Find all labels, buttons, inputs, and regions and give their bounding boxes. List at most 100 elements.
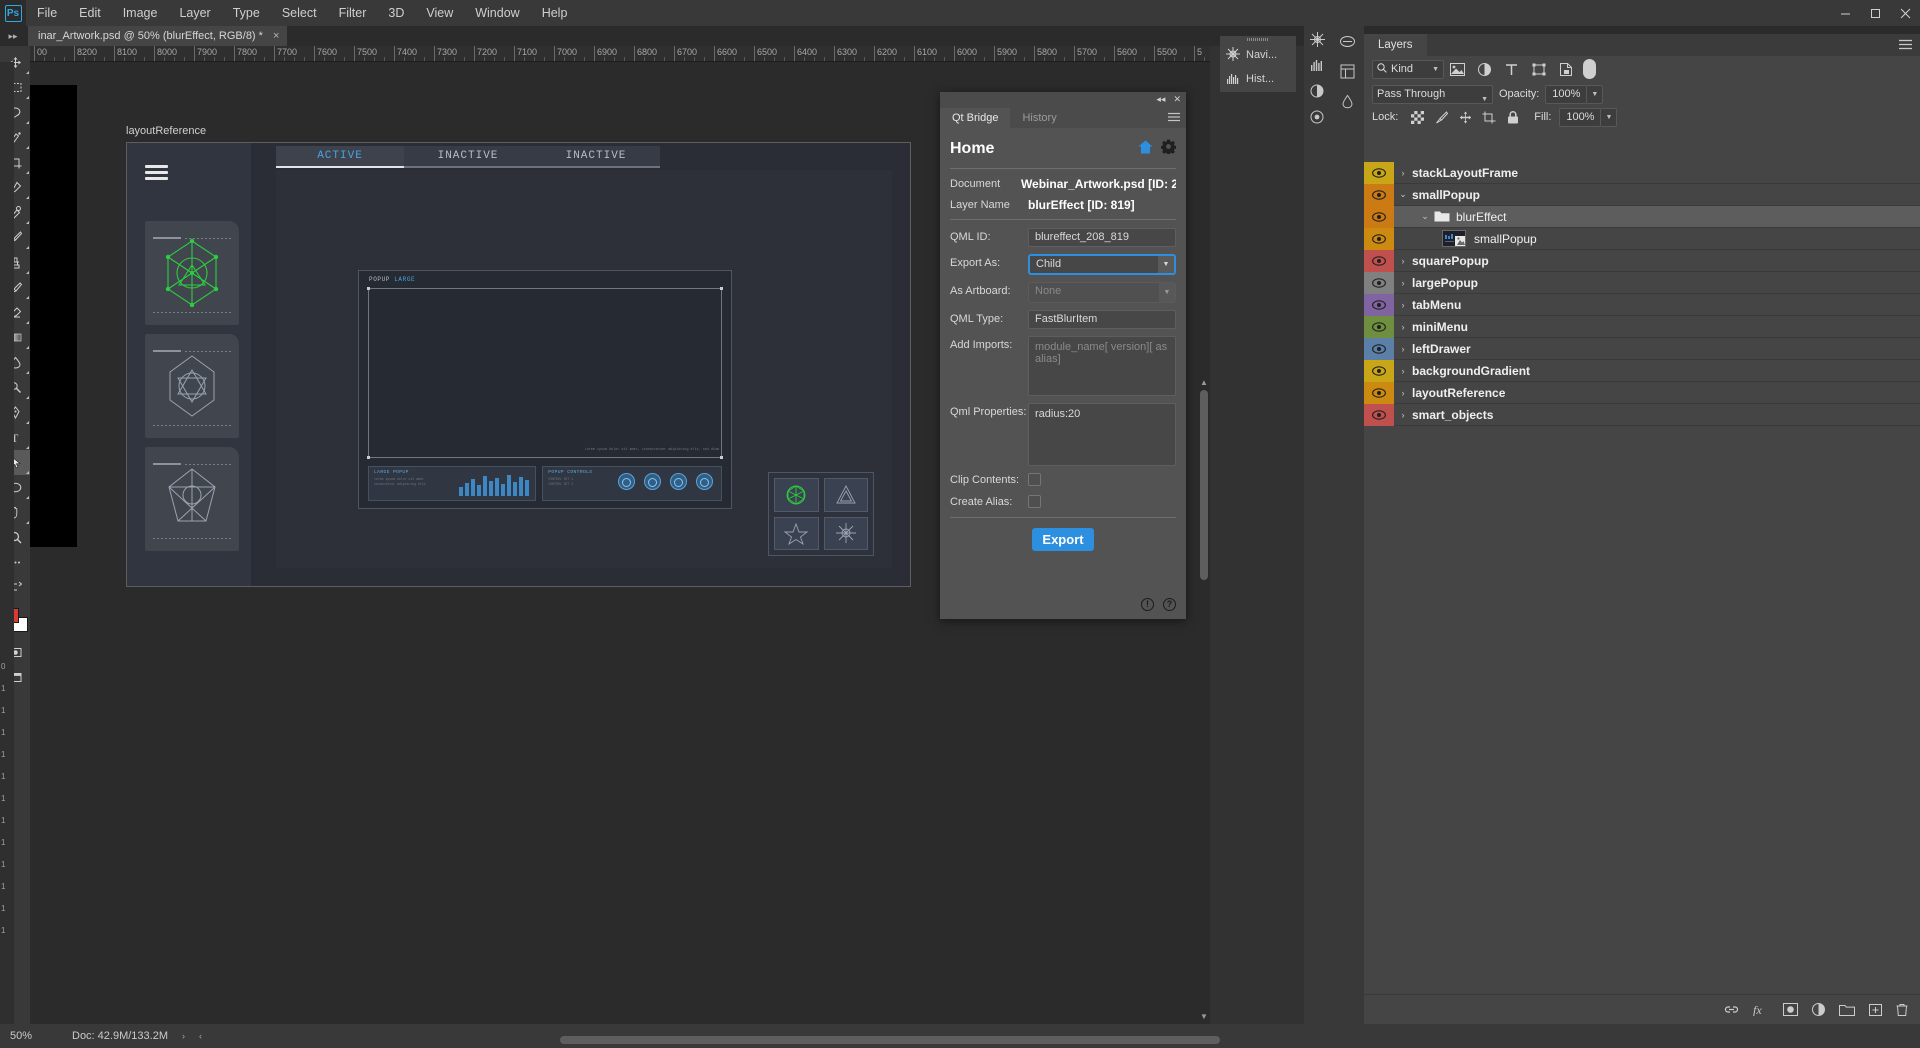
layer-visibility-toggle[interactable] — [1364, 272, 1394, 294]
chevron-right-icon[interactable]: › — [1394, 256, 1412, 266]
layer-visibility-toggle[interactable] — [1364, 162, 1394, 184]
opacity-value[interactable]: 100% — [1545, 85, 1587, 104]
layer-row[interactable]: ›tabMenu — [1364, 294, 1920, 316]
layer-visibility-toggle[interactable] — [1364, 206, 1394, 228]
help-icon[interactable]: ? — [1163, 598, 1176, 611]
menu-view[interactable]: View — [415, 0, 464, 26]
layer-visibility-toggle[interactable] — [1364, 228, 1394, 250]
tab-history[interactable]: History — [1010, 108, 1068, 128]
adjustment-filter-icon[interactable] — [1471, 58, 1498, 80]
chevron-right-icon[interactable]: › — [1394, 168, 1412, 178]
warning-icon[interactable]: ! — [1141, 598, 1154, 611]
qml-id-input[interactable]: blureffect_208_819 — [1028, 228, 1176, 247]
mask-icon[interactable] — [1783, 1003, 1798, 1016]
opacity-chevron-icon[interactable]: ▼ — [1587, 85, 1603, 104]
qt-bridge-panel[interactable]: ◂◂ ✕ Qt BridgeHistory Home — [940, 92, 1186, 619]
smart-object-filter-icon[interactable] — [1552, 58, 1579, 80]
panel-menu-icon[interactable] — [1168, 112, 1180, 125]
canvas-horizontal-scrollbar[interactable] — [560, 1036, 1220, 1044]
layer-list[interactable]: ›stackLayoutFrame⌄smallPopup⌄blurEffects… — [1364, 162, 1920, 994]
dock-collapse-icon[interactable]: ▸▸ — [2, 28, 24, 44]
layer-visibility-toggle[interactable] — [1364, 404, 1394, 426]
adjustments-dock-icon[interactable] — [1304, 26, 1330, 52]
canvas-vertical-scrollbar[interactable] — [1200, 390, 1208, 580]
lock-artboard-icon[interactable] — [1478, 107, 1500, 127]
chevron-down-icon[interactable]: ⌄ — [1394, 189, 1412, 200]
clip-contents-checkbox[interactable] — [1028, 473, 1041, 486]
menu-file[interactable]: File — [26, 0, 68, 26]
tab-layers[interactable]: Layers — [1364, 34, 1427, 56]
minimize-button[interactable] — [1830, 0, 1860, 26]
delete-icon[interactable] — [1896, 1003, 1908, 1016]
fill-value[interactable]: 100% — [1559, 108, 1601, 127]
layer-visibility-toggle[interactable] — [1364, 250, 1394, 272]
fill-chevron-icon[interactable]: ▼ — [1601, 108, 1617, 127]
menu-type[interactable]: Type — [222, 0, 271, 26]
info-dock-icon[interactable] — [1330, 86, 1364, 116]
zoom-level[interactable]: 50% — [0, 1030, 62, 1042]
qml-properties-textarea[interactable]: radius:20 — [1028, 403, 1176, 466]
menu-filter[interactable]: Filter — [328, 0, 378, 26]
layer-visibility-toggle[interactable] — [1364, 382, 1394, 404]
link-icon[interactable] — [1724, 1003, 1739, 1016]
close-button[interactable] — [1890, 0, 1920, 26]
layer-row[interactable]: ›leftDrawer — [1364, 338, 1920, 360]
qml-type-input[interactable]: FastBlurItem — [1028, 310, 1176, 329]
scroll-down-arrow-icon[interactable]: ▼ — [1198, 1010, 1210, 1022]
filter-toggle[interactable] — [1583, 59, 1596, 79]
chevron-right-icon[interactable]: › — [1394, 278, 1412, 288]
document-tab-close-icon[interactable]: × — [273, 30, 279, 42]
collapse-icon[interactable]: ◂◂ — [1156, 94, 1165, 105]
close-icon[interactable]: ✕ — [1173, 94, 1181, 105]
adjustment-icon[interactable] — [1812, 1003, 1825, 1016]
chevron-down-icon[interactable]: ▼ — [1481, 91, 1488, 108]
layer-row[interactable]: ⌄smallPopup — [1364, 184, 1920, 206]
menu-edit[interactable]: Edit — [68, 0, 112, 26]
layer-row[interactable]: ›smart_objects — [1364, 404, 1920, 426]
histogram-dock-item[interactable]: Hist... — [1220, 67, 1296, 91]
layer-visibility-toggle[interactable] — [1364, 294, 1394, 316]
blend-mode-select[interactable]: Pass Through ▼ — [1372, 85, 1493, 104]
layer-row[interactable]: ›stackLayoutFrame — [1364, 162, 1920, 184]
pixel-filter-icon[interactable] — [1444, 58, 1471, 80]
properties-dock-icon[interactable] — [1330, 56, 1364, 86]
menu-layer[interactable]: Layer — [168, 0, 221, 26]
dock-grip[interactable] — [1220, 36, 1296, 43]
scroll-up-arrow-icon[interactable]: ▲ — [1198, 376, 1210, 388]
artboard[interactable]: ACTIVEINACTIVEINACTIVE POPUP LARGE Lorem… — [126, 142, 911, 587]
maximize-button[interactable] — [1860, 0, 1890, 26]
chevron-right-icon[interactable]: › — [1394, 366, 1412, 376]
shape-filter-icon[interactable] — [1525, 58, 1552, 80]
export-button[interactable]: Export — [1032, 528, 1094, 551]
export-as-select[interactable]: Child ▼ — [1028, 254, 1176, 275]
layer-visibility-toggle[interactable] — [1364, 184, 1394, 206]
layer-visibility-toggle[interactable] — [1364, 360, 1394, 382]
menu-image[interactable]: Image — [112, 0, 169, 26]
color-dock-icon[interactable] — [1304, 52, 1330, 78]
chevron-right-icon[interactable]: › — [1394, 322, 1412, 332]
filter-kind-select[interactable]: Kind ▼ — [1372, 60, 1444, 79]
menu-select[interactable]: Select — [271, 0, 328, 26]
new-layer-icon[interactable] — [1869, 1003, 1882, 1016]
layer-row[interactable]: ›layoutReference — [1364, 382, 1920, 404]
chevron-right-icon[interactable]: › — [1394, 300, 1412, 310]
chevron-down-icon[interactable]: ▼ — [1158, 256, 1174, 273]
chevron-down-icon[interactable]: ⌄ — [1416, 211, 1434, 222]
layer-row[interactable]: ⌄blurEffect — [1364, 206, 1920, 228]
gear-icon[interactable] — [1161, 139, 1176, 159]
chevron-right-icon[interactable]: › — [1394, 344, 1412, 354]
panel-menu-icon[interactable] — [1899, 39, 1912, 52]
styles-dock-icon[interactable] — [1304, 104, 1330, 130]
brush-dock-icon[interactable] — [1330, 26, 1364, 56]
layer-row[interactable]: ›miniMenu — [1364, 316, 1920, 338]
lock-position-icon[interactable] — [1454, 107, 1476, 127]
layer-visibility-toggle[interactable] — [1364, 316, 1394, 338]
lock-image-icon[interactable] — [1430, 107, 1452, 127]
tab-qt-bridge[interactable]: Qt Bridge — [940, 108, 1010, 128]
layer-row[interactable]: ›squarePopup — [1364, 250, 1920, 272]
layer-row[interactable]: smallPopup — [1364, 228, 1920, 250]
add-imports-textarea[interactable]: module_name[ version][ as alias] — [1028, 336, 1176, 396]
home-icon[interactable] — [1138, 140, 1153, 159]
layer-row[interactable]: ›largePopup — [1364, 272, 1920, 294]
layer-row[interactable]: ›backgroundGradient — [1364, 360, 1920, 382]
